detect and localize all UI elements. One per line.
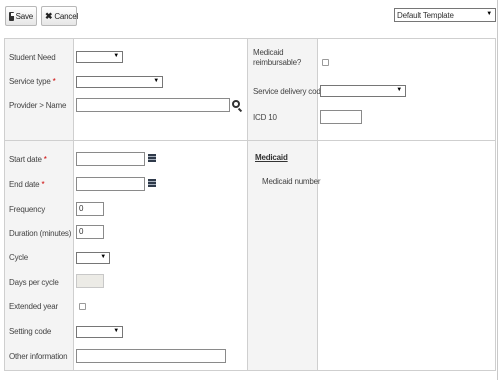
icd10-label: ICD 10 [253,113,277,122]
right-label-column [248,141,317,370]
chevron-down-icon: ▼ [100,254,106,260]
chevron-down-icon: ▼ [113,328,119,334]
toolbar: Save ✖ Cancel Default Template ▼ [0,0,497,31]
extended-year-checkbox[interactable] [79,303,86,310]
start-date-label: Start date * [9,155,47,165]
start-date-input[interactable] [76,152,145,166]
calendar-icon[interactable] [148,179,156,187]
start-date-text: Start date [9,155,42,164]
frequency-label: Frequency [9,205,45,214]
duration-label: Duration (minutes) [9,229,72,238]
calendar-icon[interactable] [148,154,156,162]
icd10-input[interactable] [320,110,362,124]
medicaid-reimbursable-line1: Medicaid [253,48,284,57]
schedule-panel: Start date * End date * Frequency 0 Dura… [4,140,496,371]
save-icon [9,11,16,21]
medicaid-number-label: Medicaid number [262,177,321,186]
chevron-down-icon: ▼ [113,53,119,59]
extended-year-label: Extended year [9,302,58,311]
days-per-cycle-label: Days per cycle [9,278,59,287]
other-information-input[interactable] [76,349,226,363]
search-icon[interactable] [232,100,240,108]
end-date-label: End date * [9,180,45,190]
service-type-text: Service type [9,77,51,86]
provider-name-label: Provider > Name [9,101,67,110]
medicaid-reimbursable-checkbox[interactable] [322,59,329,66]
student-need-label: Student Need [9,53,56,62]
column-divider [317,141,318,370]
chevron-down-icon: ▼ [396,87,402,93]
end-date-input[interactable] [76,177,145,191]
medicaid-section-heading[interactable]: Medicaid [255,153,288,162]
service-type-label: Service type * [9,77,56,87]
provider-name-input[interactable] [76,98,230,112]
student-need-select[interactable]: ▼ [76,51,123,63]
medicaid-reimbursable-line2: reimbursable? [253,58,302,67]
end-date-text: End date [9,180,40,189]
cancel-button[interactable]: ✖ Cancel [41,6,79,26]
save-button[interactable]: Save [5,6,37,26]
close-icon: ✖ [45,10,53,21]
medicaid-reimbursable-label: Medicaid reimbursable? [253,48,301,68]
days-per-cycle-input [76,274,104,288]
template-select[interactable]: Default Template ▼ [394,8,496,22]
setting-code-label: Setting code [9,327,52,336]
service-delivery-code-select[interactable]: ▼ [320,85,406,97]
required-mark: * [52,77,56,86]
setting-code-select[interactable]: ▼ [76,326,123,338]
template-select-value: Default Template [397,10,454,20]
required-mark: * [43,155,47,164]
service-delivery-code-label: Service delivery code [253,87,325,96]
frequency-input[interactable]: 0 [76,202,104,216]
cancel-label: Cancel [54,11,79,21]
cycle-label: Cycle [9,253,29,262]
required-mark: * [41,180,45,189]
cycle-select[interactable]: ▼ [76,252,110,264]
service-type-select[interactable]: ▼ [76,76,163,88]
chevron-down-icon: ▼ [486,11,492,17]
other-information-label: Other information [9,352,68,361]
save-label: Save [15,11,34,21]
column-divider [73,141,74,370]
duration-input[interactable]: 0 [76,225,104,239]
chevron-down-icon: ▼ [153,78,159,84]
